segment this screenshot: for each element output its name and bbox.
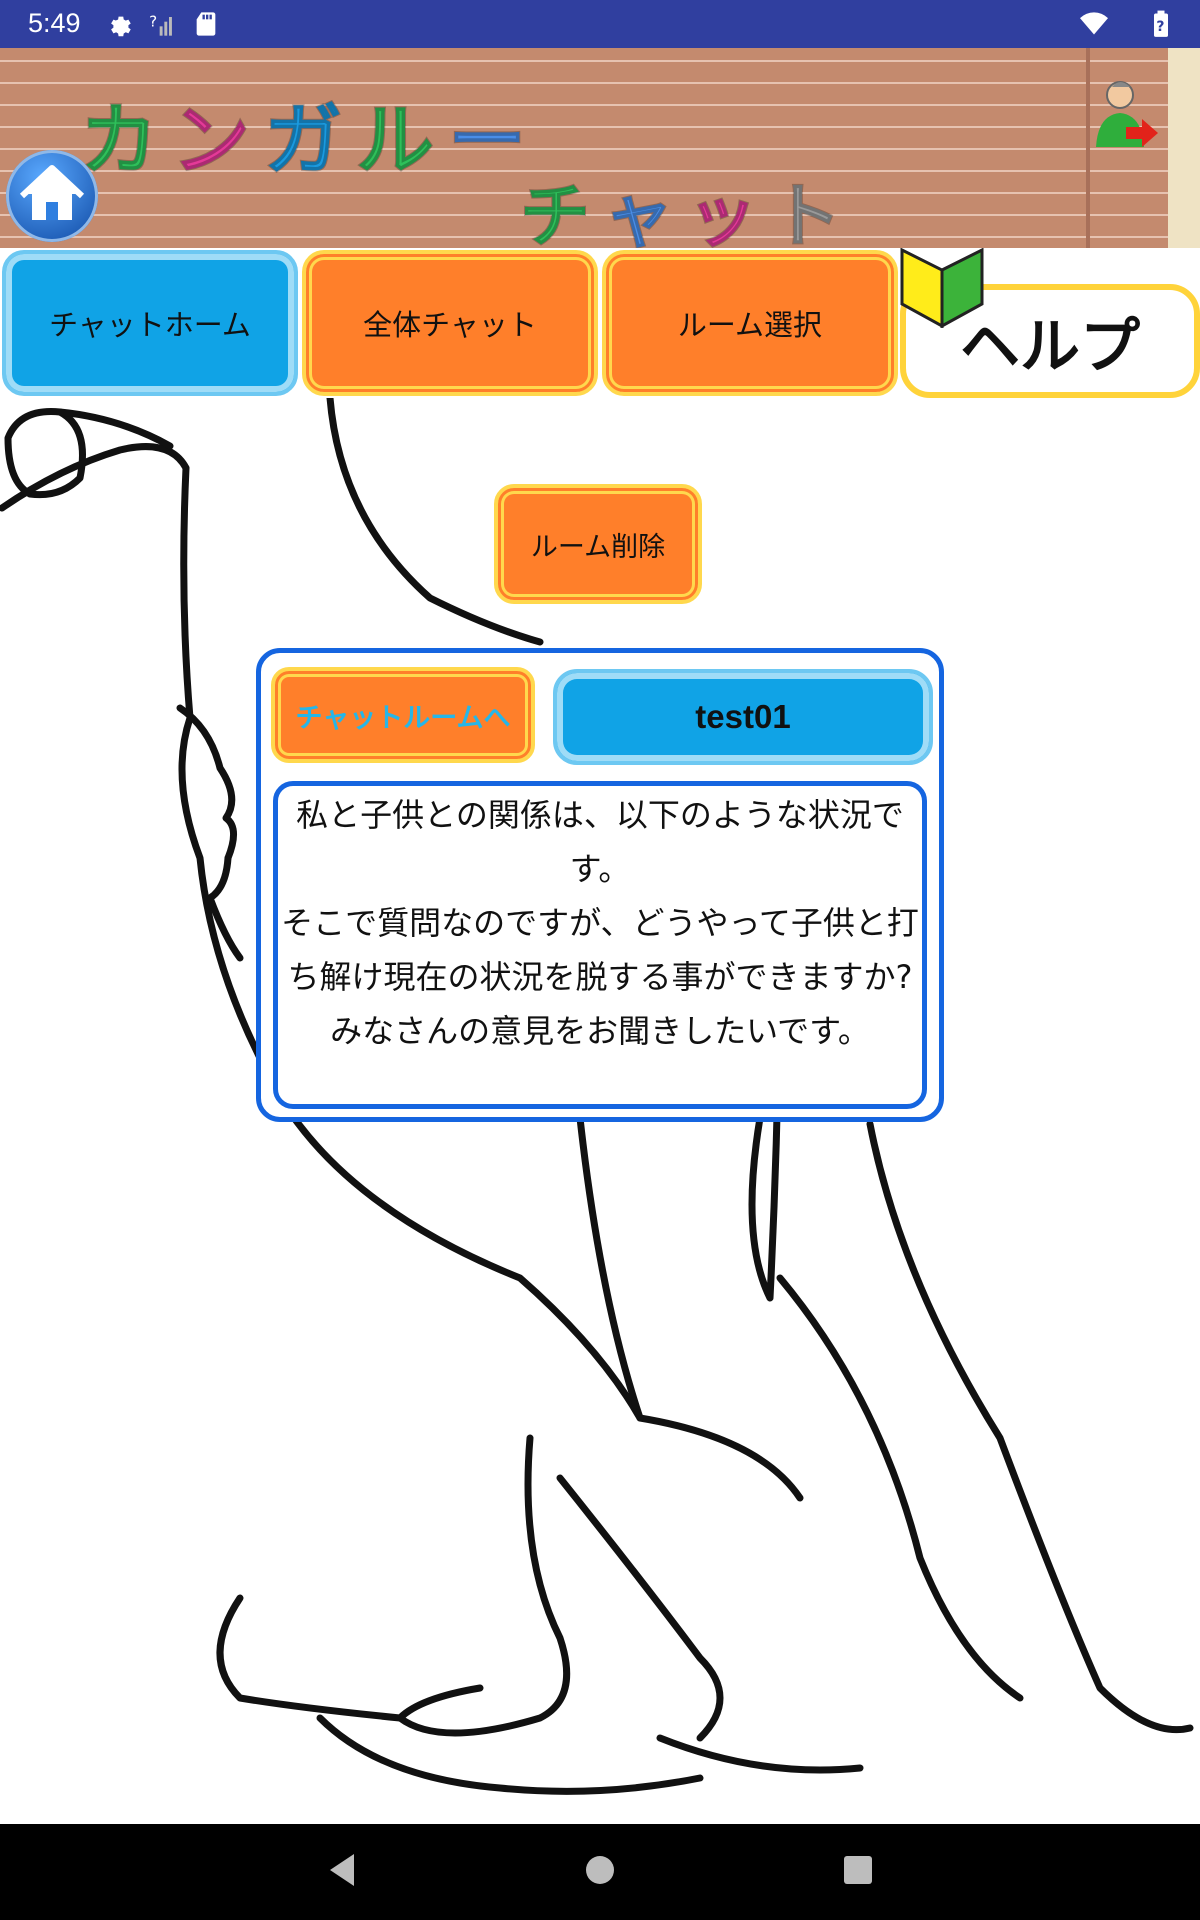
- recents-icon[interactable]: [842, 1852, 874, 1888]
- sim-unknown-icon: ?: [149, 12, 172, 36]
- back-icon[interactable]: [326, 1852, 358, 1888]
- delete-room-label: ルーム削除: [530, 531, 666, 563]
- title-char: チ: [519, 174, 604, 248]
- chat-home-label: チャットホーム: [49, 308, 251, 342]
- title-char: ン: [171, 95, 265, 187]
- app-title-line2: チャット: [519, 160, 856, 248]
- app-title-line1: カンガルー: [79, 78, 540, 190]
- room-select-button[interactable]: ルーム選択: [602, 250, 898, 396]
- app-banner: カンガルー チャット: [0, 48, 1200, 248]
- title-char: ッ: [686, 174, 772, 248]
- room-name-badge: test01: [553, 669, 933, 765]
- chat-home-button[interactable]: チャットホーム: [2, 250, 298, 396]
- battery-icon: ?: [1154, 10, 1168, 37]
- global-chat-button[interactable]: 全体チャット: [302, 250, 598, 396]
- logout-icon: [1096, 81, 1158, 147]
- delete-room-button[interactable]: ルーム削除: [494, 484, 702, 604]
- title-char: ト: [770, 174, 856, 248]
- enter-chat-room-label: チャットルームへ: [295, 702, 511, 734]
- help-label: ヘルプ: [960, 311, 1140, 382]
- room-name-label: test01: [695, 698, 791, 735]
- settings-icon: [111, 16, 131, 37]
- system-nav-bar: [0, 1824, 1200, 1920]
- svg-text:?: ?: [1156, 19, 1164, 35]
- beginner-mark-icon: [900, 248, 984, 328]
- room-description: 私と子供との関係は、以下のような状況です。 そこで質問なのですが、どうやって子供…: [273, 781, 927, 1109]
- status-time: 5:49: [28, 8, 81, 38]
- title-char: ガ: [263, 95, 357, 187]
- global-chat-label: 全体チャット: [363, 308, 537, 342]
- home-circle-icon[interactable]: [584, 1852, 616, 1888]
- room-select-label: ルーム選択: [677, 308, 823, 342]
- sd-card-icon: [196, 12, 216, 36]
- logout-button[interactable]: [1090, 75, 1160, 150]
- status-bar: 5:49 ? ?: [0, 0, 1200, 48]
- home-button[interactable]: [6, 150, 98, 242]
- wifi-icon: [1080, 12, 1108, 35]
- room-card: チャットルームへ test01 私と子供との関係は、以下のような状況です。 そこ…: [256, 648, 944, 1122]
- svg-text:?: ?: [149, 12, 157, 30]
- enter-chat-room-button[interactable]: チャットルームへ: [271, 667, 535, 763]
- title-char: ャ: [602, 174, 688, 248]
- home-icon: [19, 165, 85, 220]
- title-char: ル: [355, 95, 449, 187]
